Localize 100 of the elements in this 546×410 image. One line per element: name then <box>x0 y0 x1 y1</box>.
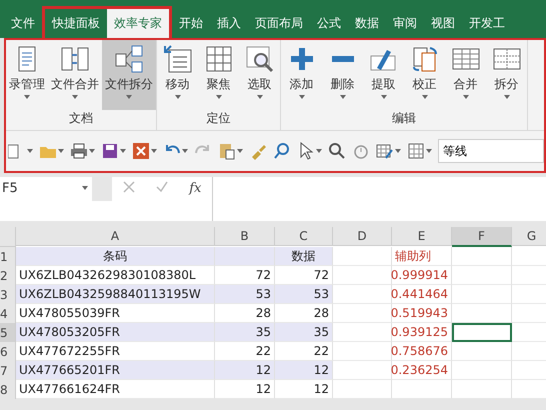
table-cell: 12 <box>275 361 333 380</box>
caret-icon[interactable] <box>316 149 322 153</box>
font-field[interactable]: 等线 <box>438 139 544 163</box>
name-box[interactable]: F5 <box>0 177 92 199</box>
column-header[interactable]: F <box>452 227 512 247</box>
table-cell: UX6ZLB0432629830108380L <box>16 266 215 285</box>
table-cell: UX477672255FR <box>16 342 215 361</box>
table-cell <box>215 247 275 266</box>
table-cell <box>333 361 392 380</box>
column-header[interactable]: G <box>512 227 546 246</box>
caret-icon[interactable] <box>120 149 126 153</box>
row-header[interactable]: 5 <box>0 323 16 342</box>
caret-icon[interactable] <box>256 95 262 99</box>
caret-icon[interactable] <box>380 95 386 99</box>
caret-icon[interactable] <box>82 186 88 190</box>
ribbon-tab[interactable]: 开发工 <box>462 6 512 38</box>
ribbon-button[interactable]: 文件拆分 <box>102 40 156 110</box>
zoom-icon[interactable] <box>328 142 346 160</box>
table-cell: 12 <box>275 380 333 399</box>
caret-icon[interactable] <box>340 95 346 99</box>
caret-icon[interactable] <box>462 95 468 99</box>
plus-icon <box>290 48 312 70</box>
selected-cell <box>452 323 512 342</box>
column-header[interactable]: E <box>392 227 452 246</box>
close-icon[interactable] <box>132 142 150 160</box>
ribbon-button[interactable]: 合并 <box>445 40 486 110</box>
caret-icon[interactable] <box>27 149 33 153</box>
column-header[interactable]: A <box>16 227 215 246</box>
caret-icon[interactable] <box>237 149 243 153</box>
caret-icon[interactable] <box>216 95 222 99</box>
caret-icon[interactable] <box>426 149 432 153</box>
table-cell <box>452 380 512 399</box>
caret-icon[interactable] <box>151 149 157 153</box>
group-label: 编辑 <box>391 110 417 127</box>
caret-icon[interactable] <box>174 95 180 99</box>
table-cell: 22 <box>275 342 333 361</box>
column-header[interactable]: C <box>275 227 333 246</box>
ribbon-tab[interactable]: 页面布局 <box>248 6 310 38</box>
split-documents-icon <box>114 44 144 74</box>
ribbon-tab[interactable]: 视图 <box>424 6 462 38</box>
table-cell <box>333 380 392 399</box>
row-header[interactable]: 4 <box>0 304 16 323</box>
caret-icon[interactable] <box>24 95 30 99</box>
row-header[interactable]: 3 <box>0 285 16 304</box>
row-header[interactable]: 7 <box>0 361 16 380</box>
row-header[interactable]: 1 <box>0 247 16 266</box>
minus-icon <box>332 56 354 62</box>
ribbon-button[interactable]: 校正 <box>404 40 445 110</box>
function-button[interactable]: fx <box>189 181 202 196</box>
caret-icon[interactable] <box>422 95 428 99</box>
caret-icon[interactable] <box>89 149 95 153</box>
caret-icon[interactable] <box>72 95 78 99</box>
caret-icon[interactable] <box>504 95 510 99</box>
check-icon[interactable] <box>156 181 168 193</box>
column-header[interactable]: B <box>215 227 275 246</box>
ribbon-tab[interactable]: 数据 <box>348 6 386 38</box>
caret-icon[interactable] <box>126 95 132 99</box>
search-icon[interactable] <box>273 142 291 160</box>
ribbon-button[interactable]: 提取 <box>363 40 404 110</box>
table-cell <box>333 342 392 361</box>
table-cell: 35 <box>215 323 275 342</box>
table-cell: 28 <box>275 304 333 323</box>
table-cell: 53 <box>215 285 275 304</box>
ribbon-tab[interactable]: 公式 <box>310 6 348 38</box>
table-cell: 12 <box>215 361 275 380</box>
column-header[interactable]: D <box>333 227 392 246</box>
save-icon[interactable] <box>101 142 119 160</box>
table-cell: 0.236254 <box>392 361 452 380</box>
row-header[interactable]: 6 <box>0 342 16 361</box>
ribbon-tab[interactable]: 插入 <box>210 6 248 38</box>
ribbon-button[interactable]: 录管理 <box>6 40 48 110</box>
row-header[interactable]: 2 <box>0 266 16 285</box>
table-cell: 35 <box>275 323 333 342</box>
row-header[interactable]: 8 <box>0 380 16 399</box>
ribbon-button[interactable]: 添加 <box>281 40 322 110</box>
printer-icon[interactable] <box>70 142 88 160</box>
table-cell <box>452 342 512 361</box>
ribbon-tab[interactable]: 文件 <box>4 6 42 38</box>
group-label: 文档 <box>68 110 94 127</box>
ribbon-button[interactable]: 聚焦 <box>198 40 239 110</box>
ribbon-button[interactable]: 移动 <box>157 40 198 110</box>
table-cell <box>452 266 512 285</box>
table-cell <box>452 247 512 266</box>
caret-icon[interactable] <box>395 149 401 153</box>
ribbon-tab[interactable]: 效率专家 <box>107 6 172 38</box>
caret-icon[interactable] <box>58 149 64 153</box>
table-cell <box>333 323 392 342</box>
ribbon-tab[interactable]: 审阅 <box>386 6 424 38</box>
table-grid-icon[interactable] <box>407 142 425 160</box>
caret-icon[interactable] <box>182 149 188 153</box>
table-pen-icon[interactable] <box>376 142 394 160</box>
caret-icon[interactable] <box>298 95 304 99</box>
group-label: 定位 <box>206 110 232 127</box>
ribbon-button[interactable]: 文件合并 <box>48 40 102 110</box>
ribbon-button[interactable]: 选取 <box>239 40 280 110</box>
ribbon-tab[interactable]: 开始 <box>172 6 210 38</box>
table-cell <box>333 304 392 323</box>
ribbon-button[interactable]: 删除 <box>322 40 363 110</box>
ribbon-button[interactable]: 拆分 <box>486 40 527 110</box>
table-cell: UX478053205FR <box>16 323 215 342</box>
